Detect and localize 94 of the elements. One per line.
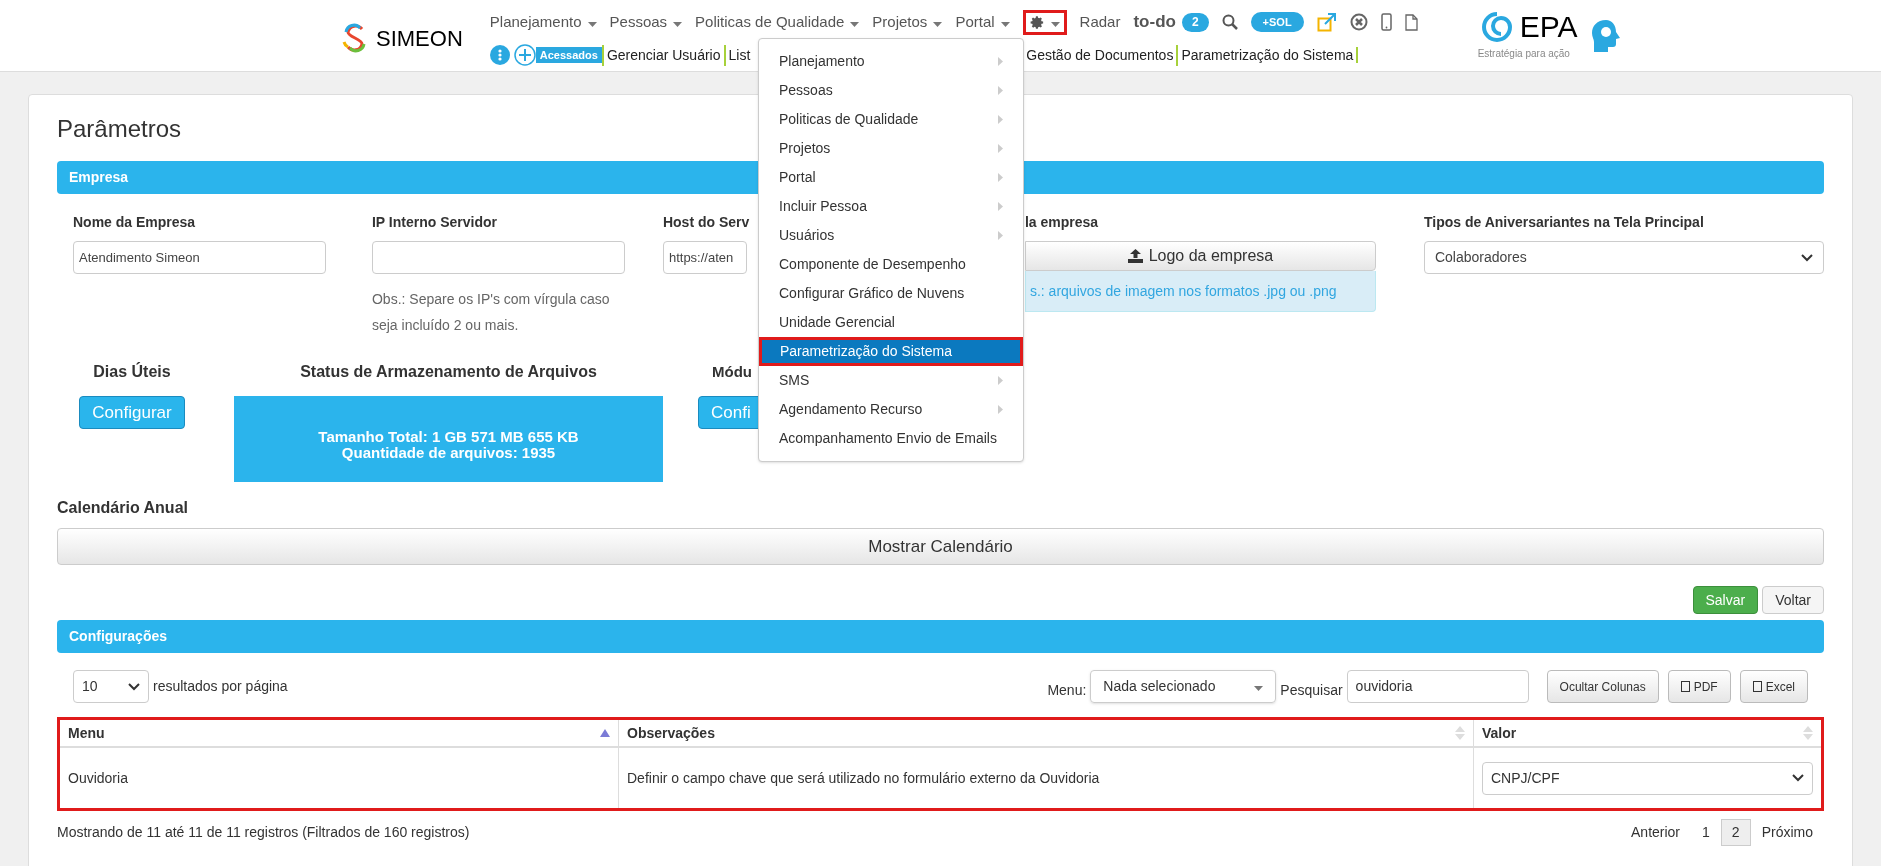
nav-menu[interactable]: Pessoas [609, 10, 683, 34]
text-field[interactable] [371, 241, 625, 274]
caret-icon [1050, 21, 1060, 27]
nav-link[interactable]: Radar [1079, 10, 1121, 34]
table-cell-text: Ouvidoria [67, 768, 129, 788]
hide-columns-button[interactable]: Ocultar Colunas [1546, 670, 1659, 703]
field-note: Obs.: Separe os IP's com vírgula caso seja incluído 2 ou mais. [371, 290, 611, 335]
field-label: la empresa [1024, 213, 1100, 232]
brand-name: EPA [1519, 11, 1578, 43]
caret-icon [673, 21, 683, 27]
field-label: Nome da Empresa [73, 213, 197, 232]
dropdown-item[interactable]: Usuários [759, 221, 1023, 250]
dropdown-item[interactable]: SMS [759, 366, 1023, 395]
upload-button[interactable]: Logo da empresa [1024, 241, 1376, 271]
pagination-link[interactable]: 1 [1691, 819, 1721, 846]
dots-vertical-icon [497, 49, 502, 61]
widget-title: Status de Armazenamento de Arquivos [300, 362, 597, 382]
widget-title: Módu [711, 362, 752, 382]
search-field[interactable]: ouvidoria [1346, 670, 1529, 703]
select-field[interactable]: Colaboradores [1423, 241, 1824, 274]
section-title: Calendário Anual [57, 498, 189, 518]
column-header[interactable]: Observações [618, 720, 1473, 746]
settings-menu-button[interactable] [1022, 9, 1067, 35]
back-button[interactable]: Voltar [1762, 586, 1824, 614]
logo-text: SIMEON [376, 24, 463, 53]
chevron-down-icon [1792, 774, 1804, 782]
dropdown-item[interactable]: Politicas de Qualidade [759, 105, 1023, 134]
search-label: Pesquisar [1280, 681, 1343, 700]
page-size-label: resultados por página [153, 677, 288, 696]
chevron-down-icon [1801, 253, 1813, 262]
caret-icon [850, 21, 860, 27]
caret-icon [933, 21, 943, 27]
brand-tagline: Estratégia para ação [1477, 47, 1570, 61]
field-label: IP Interno Servidor [371, 213, 498, 232]
phone-icon[interactable] [1380, 13, 1392, 31]
todo-link[interactable]: to-do [1133, 9, 1176, 35]
file-icon[interactable] [1404, 13, 1418, 31]
export-excel-button[interactable]: Excel [1739, 670, 1808, 703]
widget-title: Dias Úteis [93, 361, 171, 382]
page-title: Parâmetros [57, 114, 182, 144]
close-circle-icon[interactable] [1349, 13, 1368, 31]
pagination-link[interactable]: Anterior [1620, 819, 1692, 846]
dropdown-item[interactable]: Componente de Desempenho [759, 250, 1023, 279]
table-cell: Definir o campo chave que será utilizado no formulário externo da Ouvidoria [618, 748, 1473, 808]
recent-label: Acessados [535, 46, 602, 64]
field-label: Host do Serv [662, 213, 747, 232]
dropdown-item[interactable]: Planejamento [759, 47, 1023, 76]
file-icon [1680, 681, 1690, 692]
text-field[interactable]: Atendimento Simeon [73, 241, 326, 274]
storage-status-text: Tamanho Total: 1 GB 571 MB 655 KB [318, 429, 579, 445]
chevron-down-icon [128, 682, 140, 691]
upload-note: s.: arquivos de imagem nos formatos .jpg ou .png [1024, 271, 1376, 312]
text-field[interactable]: https://aten [662, 241, 747, 274]
dropdown-item[interactable]: Pessoas [759, 76, 1023, 105]
external-link-icon[interactable] [1316, 12, 1337, 32]
dropdown-item[interactable]: Projetos [759, 134, 1023, 163]
dropdown-item[interactable]: Parametrização do Sistema [759, 337, 1023, 366]
menu-filter-label: Menu: [1047, 681, 1087, 700]
nav-menu[interactable]: Portal [955, 10, 1010, 34]
storage-status-text: Quantidade de arquivos: 1935 [341, 445, 556, 461]
column-header[interactable]: Menu [60, 720, 618, 746]
dropdown-item[interactable]: Agendamento Recurso [759, 395, 1023, 424]
quick-link[interactable]: Parametrização do Sistema [1176, 44, 1357, 66]
search-icon[interactable] [1221, 14, 1238, 30]
caret-icon [1254, 686, 1264, 691]
file-icon [1752, 681, 1762, 692]
dropdown-item[interactable]: Acompanhamento Envio de Emails [759, 424, 1023, 453]
section-header: Configurações [57, 620, 1824, 653]
upload-icon [1127, 249, 1143, 263]
nav-menu[interactable]: Politicas de Qualidade [695, 10, 860, 34]
field-label: Tipos de Aniversariantes na Tela Principal [1423, 213, 1705, 232]
export-pdf-button[interactable]: PDF [1667, 670, 1731, 703]
pagination-link[interactable]: 2 [1720, 819, 1751, 846]
pagination-link[interactable]: Próximo [1750, 819, 1824, 846]
dropdown-item[interactable]: Portal [759, 163, 1023, 192]
show-calendar-button[interactable]: Mostrar Calendário [57, 528, 1824, 565]
gear-icon [1029, 14, 1045, 30]
caret-icon [587, 21, 597, 27]
menu-filter-select[interactable]: Nada selecionado [1090, 670, 1277, 703]
nav-menu[interactable]: Projetos [872, 10, 943, 34]
dropdown-item[interactable]: Configurar Gráfico de Nuvens [759, 279, 1023, 308]
quick-link[interactable]: Gerenciar Usuário [601, 44, 724, 66]
nav-menu[interactable]: Planejamento [489, 10, 597, 34]
column-header[interactable]: Valor [1473, 720, 1821, 746]
caret-icon [1000, 21, 1010, 27]
value-select[interactable]: CNPJ/CPF [1482, 761, 1813, 795]
count-badge: 2 [1181, 12, 1209, 32]
dropdown-item[interactable]: Incluir Pessoa [759, 192, 1023, 221]
dropdown-item[interactable]: Unidade Gerencial [759, 308, 1023, 337]
table-info: Mostrando de 11 até 11 de 11 registros (Filtrados de 160 registros) [57, 823, 470, 842]
more-button[interactable] [489, 45, 510, 65]
page-size-select[interactable]: 10 [73, 670, 149, 703]
add-circle-icon[interactable] [513, 44, 536, 66]
quick-link[interactable]: List [723, 44, 754, 66]
